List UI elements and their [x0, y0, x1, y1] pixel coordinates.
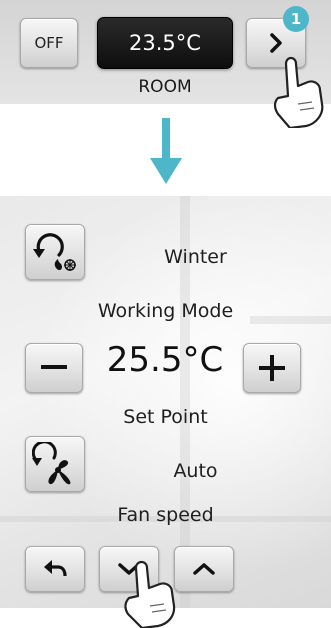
- chevron-up-icon: [193, 563, 215, 575]
- arrow-down-icon: [150, 118, 182, 184]
- hand-pointer-icon: [124, 560, 176, 628]
- working-mode-value: Winter: [164, 246, 227, 268]
- fan-speed-value: Auto: [173, 460, 218, 482]
- return-arrow-icon: [44, 560, 67, 577]
- hand-pointer-icon: [273, 56, 324, 128]
- back-button[interactable]: [25, 546, 85, 592]
- room-label: ROOM: [138, 77, 192, 97]
- room-temperature-value: 23.5°C: [129, 31, 201, 55]
- off-button[interactable]: OFF: [20, 18, 78, 68]
- minus-icon: [41, 365, 67, 369]
- increase-setpoint-button[interactable]: [243, 343, 301, 393]
- setpoint-label: Set Point: [123, 406, 208, 428]
- thermostat-settings-panel: Winter Working Mode 25.5°C Set Point Aut…: [0, 196, 331, 608]
- working-mode-label: Working Mode: [97, 300, 234, 322]
- chevron-right-icon: [270, 33, 282, 53]
- fan-speed-label: Fan speed: [117, 504, 214, 526]
- setpoint-value: 25.5°C: [106, 340, 224, 380]
- step-badge: 1: [283, 6, 309, 32]
- decrease-setpoint-button[interactable]: [25, 343, 83, 393]
- off-button-label: OFF: [34, 34, 64, 52]
- room-temperature-display: 23.5°C: [97, 17, 233, 69]
- plus-icon: [259, 355, 285, 381]
